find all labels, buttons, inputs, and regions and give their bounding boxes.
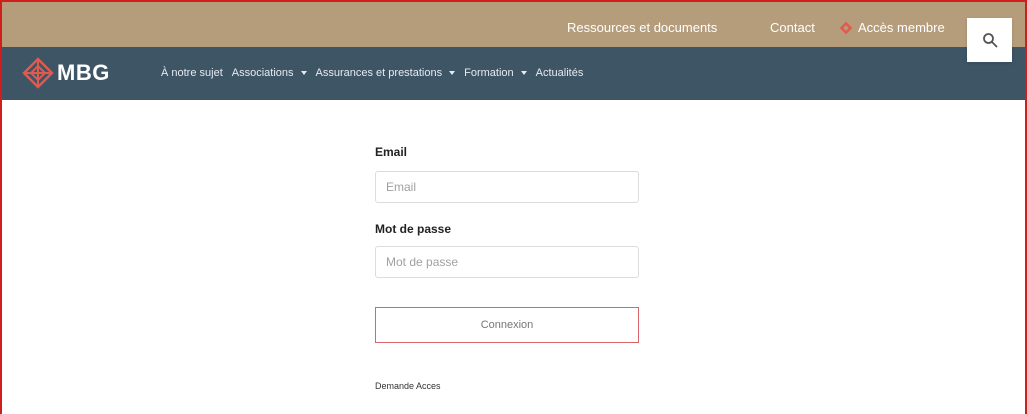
email-field[interactable] — [375, 171, 639, 203]
email-label: Email — [375, 145, 408, 159]
nav-menu: À notre sujet Associations Assurances et… — [161, 67, 592, 79]
nav-item-insurance[interactable]: Assurances et prestations — [316, 67, 456, 79]
nav-item-associations[interactable]: Associations — [232, 67, 307, 79]
nav-item-label: Assurances et prestations — [315, 67, 443, 79]
chevron-down-icon — [449, 71, 456, 75]
nav-item-about[interactable]: À notre sujet — [161, 67, 223, 79]
member-access-link[interactable]: Accès membre — [858, 20, 945, 35]
password-label: Mot de passe — [375, 222, 452, 236]
password-field[interactable] — [375, 246, 639, 278]
request-access-link[interactable]: Demande Acces — [375, 381, 441, 391]
nav-item-label: À notre sujet — [161, 67, 223, 79]
top-utility-bar: Ressources et documents Contact Accès me… — [0, 0, 1027, 47]
diamond-logo-icon — [22, 57, 54, 89]
search-icon — [983, 33, 998, 48]
contact-link[interactable]: Contact — [770, 20, 815, 35]
search-button[interactable] — [967, 18, 1012, 62]
nav-item-news[interactable]: Actualités — [536, 67, 584, 79]
diamond-logo-icon — [839, 21, 853, 35]
site-logo[interactable]: MBG — [22, 57, 110, 89]
nav-item-label: Associations — [231, 67, 294, 79]
nav-item-label: Formation — [464, 67, 514, 79]
logo-text: MBG — [57, 60, 110, 85]
nav-item-training[interactable]: Formation — [464, 67, 527, 79]
chevron-down-icon — [520, 71, 527, 75]
login-button[interactable]: Connexion — [375, 307, 639, 343]
chevron-down-icon — [300, 71, 307, 75]
main-navbar: MBG À notre sujet Associations Assurance… — [0, 47, 1027, 100]
resources-link[interactable]: Ressources et documents — [567, 20, 717, 35]
nav-item-label: Actualités — [535, 67, 584, 79]
